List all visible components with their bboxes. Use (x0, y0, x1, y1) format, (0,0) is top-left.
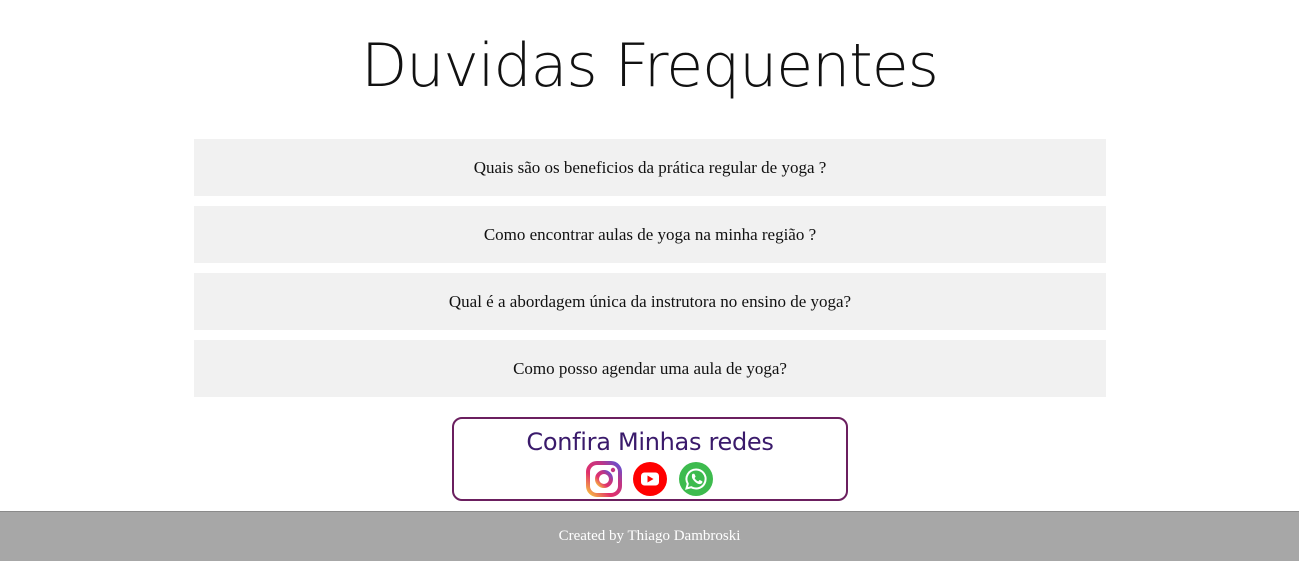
faq-item[interactable]: Como posso agendar uma aula de yoga? (194, 340, 1106, 397)
faq-question: Como posso agendar uma aula de yoga? (513, 358, 787, 378)
instagram-icon[interactable] (586, 461, 622, 497)
social-icons (454, 461, 846, 497)
social-box: Confira Minhas redes (452, 417, 848, 501)
faq-item[interactable]: Como encontrar aulas de yoga na minha re… (194, 206, 1106, 263)
whatsapp-icon[interactable] (678, 461, 714, 497)
footer: Created by Thiago Dambroski (0, 511, 1299, 561)
faq-question: Quais são os beneficios da prática regul… (473, 157, 827, 177)
page: Duvidas Frequentes Quais são os benefici… (0, 0, 1299, 561)
faq-item[interactable]: Quais são os beneficios da prática regul… (194, 139, 1106, 196)
social-title: Confira Minhas redes (526, 428, 774, 456)
youtube-icon[interactable] (632, 461, 668, 497)
footer-credit: Created by Thiago Dambroski (558, 528, 741, 544)
page-title: Duvidas Frequentes (361, 31, 939, 101)
faq-list: Quais são os beneficios da prática regul… (194, 139, 1106, 407)
faq-question: Como encontrar aulas de yoga na minha re… (483, 224, 817, 244)
faq-item[interactable]: Qual é a abordagem única da instrutora n… (194, 273, 1106, 330)
faq-question: Qual é a abordagem única da instrutora n… (448, 291, 852, 311)
